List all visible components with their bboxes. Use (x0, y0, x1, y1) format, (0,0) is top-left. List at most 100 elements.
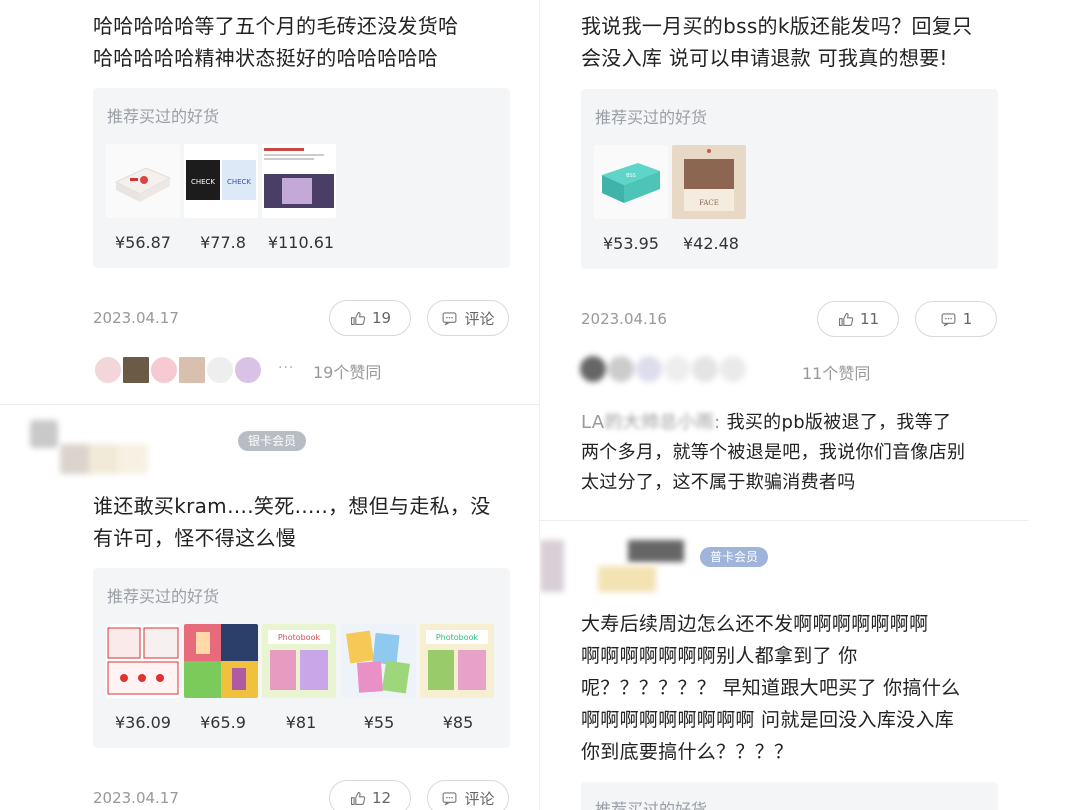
agree-count[interactable]: 19个赞同 (313, 359, 381, 383)
post-text: 大寿后续周边怎么还不发啊啊啊啊啊啊啊 啊啊啊啊啊啊啊别人都拿到了 你 呢？？？？… (581, 608, 960, 768)
svg-text:BSS: BSS (626, 173, 636, 179)
avatar (205, 355, 235, 385)
post-text-line: 会没入库 说可以申请退款 可我真的想要! (581, 46, 948, 70)
card-title: 推荐买过的好货 (107, 107, 220, 126)
product-image[interactable]: Photobook (262, 624, 336, 698)
svg-text:FACE: FACE (699, 199, 719, 207)
comment-count: 1 (962, 310, 973, 328)
agree-avatars[interactable] (578, 354, 748, 384)
svg-text:Photobook: Photobook (436, 633, 479, 642)
username-blurred (628, 540, 684, 562)
avatar (690, 354, 720, 384)
post-text: 谁还敢买kram….笑死…..，想但与走私，没 有许可，怪不得这么慢 (93, 490, 491, 554)
post-text: 哈哈哈哈哈等了五个月的毛砖还没发货哈 哈哈哈哈哈精神状态挺好的哈哈哈哈哈 (93, 10, 458, 74)
product-price: ¥81 (285, 713, 317, 732)
reply-line: LA的大帅总小雨: 我买的pb版被退了，我等了 (581, 408, 965, 438)
post-date: 2023.04.17 (93, 309, 179, 327)
thumbs-up-icon (838, 312, 854, 326)
reply-username[interactable]: LA的大帅总小雨: (581, 412, 721, 433)
svg-text:CHECK: CHECK (227, 178, 251, 186)
reply-text-line: 两个多月，就等个被退是吧，我说你们音像店别 (581, 442, 966, 463)
like-button[interactable]: 19 (329, 300, 411, 336)
post-text-line: 大寿后续周边怎么还不发啊啊啊啊啊啊啊 (581, 613, 929, 635)
card-title: 推荐买过的好货 (107, 587, 220, 606)
post-separator (0, 404, 540, 405)
product-card[interactable]: 推荐买过的好货 (581, 782, 998, 810)
product-image[interactable] (184, 624, 258, 698)
product-image[interactable] (342, 624, 416, 698)
avatar[interactable] (540, 540, 564, 592)
avatar (606, 354, 636, 384)
agree-avatars[interactable] (93, 355, 263, 385)
comment-icon (443, 791, 457, 805)
card-title: 推荐买过的好货 (595, 800, 708, 810)
product-price: ¥56.87 (115, 233, 171, 252)
post-text-line: 哈哈哈哈哈精神状态挺好的哈哈哈哈哈 (93, 46, 439, 70)
username-blurred (598, 566, 656, 592)
product-price: ¥42.48 (683, 234, 739, 253)
post-text-line: 有许可，怪不得这么慢 (93, 526, 296, 550)
product-image[interactable]: BSS (594, 145, 668, 219)
avatar (578, 354, 608, 384)
member-badge: 普卡会员 (700, 547, 769, 567)
thumbs-up-icon (350, 791, 366, 805)
product-price: ¥36.09 (115, 713, 171, 732)
avatar (149, 355, 179, 385)
product-image[interactable]: Photobook (420, 624, 494, 698)
product-price: ¥85 (442, 713, 474, 732)
post-text: 我说我一月买的bss的k版还能发吗？回复只 会没入库 说可以申请退款 可我真的想… (581, 10, 972, 74)
card-title: 推荐买过的好货 (595, 108, 708, 127)
product-price: ¥77.8 (200, 233, 246, 252)
product-card[interactable]: 推荐买过的好货 Photobook Photobook ¥36.09 ¥65.9… (93, 568, 510, 748)
svg-text:Photobook: Photobook (278, 633, 321, 642)
product-card[interactable]: 推荐买过的好货 CHECK CHECK ¥56.87 ¥77.8 ¥110.61 (93, 88, 510, 268)
member-badge: 银卡会员 (238, 431, 307, 451)
reply-username-prefix: LA (581, 412, 605, 433)
like-button[interactable]: 12 (329, 780, 411, 810)
comment-icon (443, 311, 457, 325)
product-image[interactable]: FACE (672, 145, 746, 219)
product-image[interactable] (262, 144, 336, 218)
reply-text-line: 太过分了，这不属于欺骗消费者吗 (581, 472, 856, 493)
avatar (93, 355, 123, 385)
post-text-line: 你到底要搞什么？？？？ (581, 741, 794, 763)
reply-text-line: 我买的pb版被退了，我等了 (726, 412, 952, 433)
post-text-line: 啊啊啊啊啊啊啊啊啊 问就是回没入库没入库 (581, 709, 955, 731)
product-image[interactable] (106, 144, 180, 218)
like-button[interactable]: 11 (817, 301, 899, 337)
post-separator (540, 520, 1028, 521)
product-price: ¥53.95 (603, 234, 659, 253)
reply-text: LA的大帅总小雨: 我买的pb版被退了，我等了 两个多月，就等个被退是吧，我说你… (581, 408, 965, 498)
avatar (233, 355, 263, 385)
post-text-line: 呢？？？？？？ 早知道跟大吧买了 你搞什么 (581, 677, 961, 699)
post-date: 2023.04.17 (93, 789, 179, 807)
post-text-line: 我说我一月买的bss的k版还能发吗？回复只 (581, 14, 973, 38)
svg-text:CHECK: CHECK (191, 178, 215, 186)
comment-button[interactable]: 1 (915, 301, 997, 337)
like-count: 11 (859, 310, 880, 328)
product-price: ¥65.9 (200, 713, 246, 732)
right-column: 我说我一月买的bss的k版还能发吗？回复只 会没入库 说可以申请退款 可我真的想… (540, 0, 1080, 810)
comment-label: 评论 (464, 789, 495, 808)
product-price: ¥110.61 (267, 233, 335, 252)
thumbs-up-icon (350, 311, 366, 325)
post-date: 2023.04.16 (581, 310, 667, 328)
post-text-line: 啊啊啊啊啊啊啊别人都拿到了 你 (581, 645, 858, 667)
avatar[interactable] (30, 420, 58, 448)
comment-icon (941, 312, 956, 326)
agree-count[interactable]: 11个赞同 (802, 360, 870, 384)
username-blurred (60, 444, 148, 474)
avatar (662, 354, 692, 384)
avatar (121, 355, 151, 385)
product-image[interactable]: CHECK CHECK (184, 144, 258, 218)
like-count: 12 (371, 789, 392, 807)
comment-button[interactable]: 评论 (427, 780, 509, 810)
product-card[interactable]: 推荐买过的好货 BSS FACE ¥53.95 ¥42.48 (581, 89, 998, 269)
comment-button[interactable]: 评论 (427, 300, 509, 336)
avatar (177, 355, 207, 385)
comment-label: 评论 (464, 309, 495, 328)
product-image[interactable] (106, 624, 180, 698)
product-price: ¥55 (363, 713, 395, 732)
more-dots: ··· (278, 360, 295, 376)
post-text-line: 谁还敢买kram….笑死…..，想但与走私，没 (93, 494, 491, 518)
